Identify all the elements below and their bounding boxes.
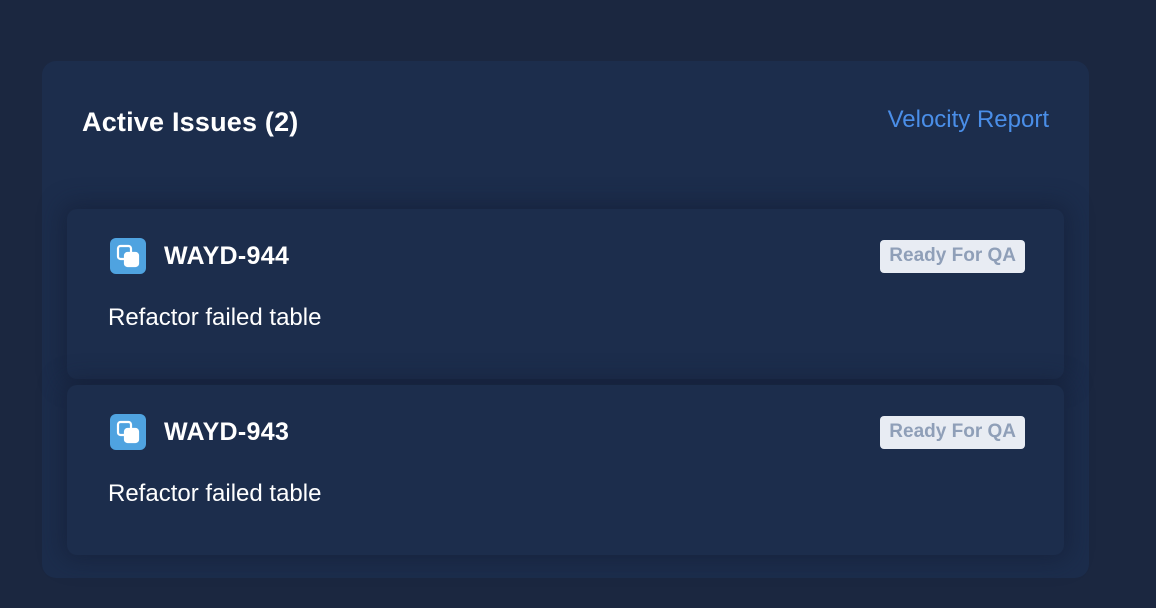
subtask-icon <box>110 238 146 274</box>
issue-summary: Refactor failed table <box>108 304 322 331</box>
issue-card[interactable]: WAYD-944 Ready For QA Refactor failed ta… <box>67 209 1064 379</box>
panel-title: Active Issues (2) <box>82 107 299 137</box>
subtask-icon <box>110 414 146 450</box>
velocity-report-link[interactable]: Velocity Report <box>888 106 1049 134</box>
issue-id-group: WAYD-943 <box>110 414 289 450</box>
issue-key[interactable]: WAYD-943 <box>164 418 289 447</box>
panel-header: Active Issues (2) Velocity Report <box>82 106 1049 138</box>
active-issues-panel: Active Issues (2) Velocity Report WAYD-9… <box>42 61 1089 578</box>
issue-summary: Refactor failed table <box>108 480 322 507</box>
status-badge: Ready For QA <box>880 239 1025 273</box>
issue-card-header: WAYD-944 Ready For QA <box>110 237 1025 275</box>
issue-card-header: WAYD-943 Ready For QA <box>110 413 1025 451</box>
issue-id-group: WAYD-944 <box>110 238 289 274</box>
issue-key[interactable]: WAYD-944 <box>164 242 289 271</box>
issue-card[interactable]: WAYD-943 Ready For QA Refactor failed ta… <box>67 385 1064 555</box>
status-badge: Ready For QA <box>880 415 1025 449</box>
